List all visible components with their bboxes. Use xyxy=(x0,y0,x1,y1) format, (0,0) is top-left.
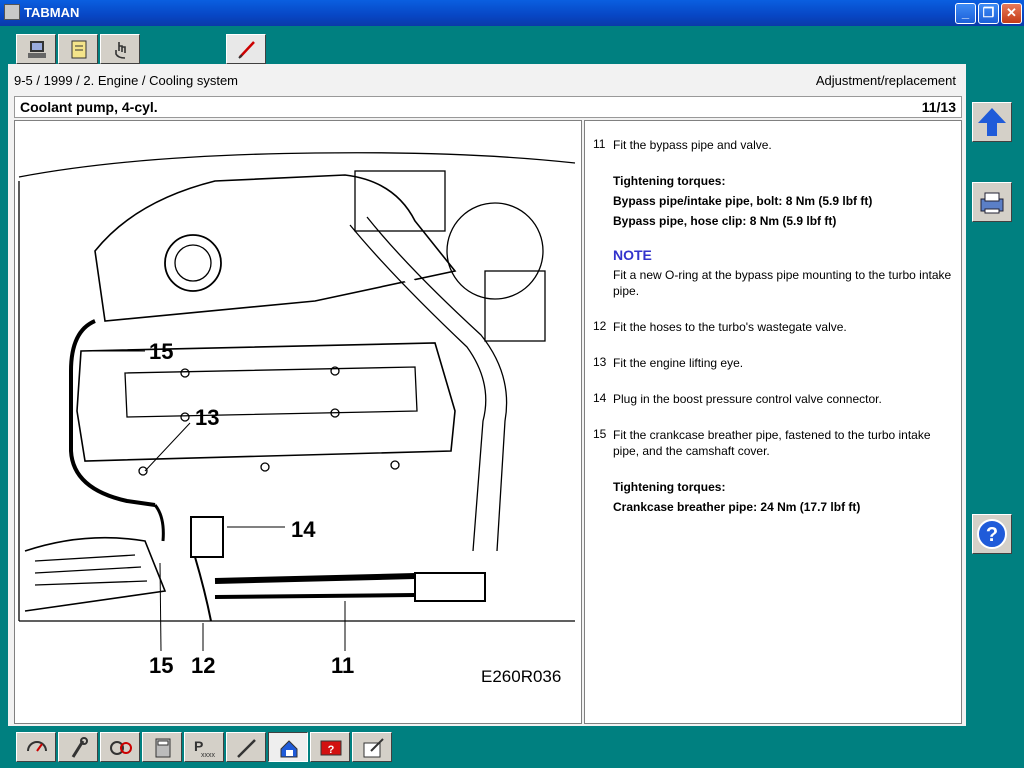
svg-text:?: ? xyxy=(986,524,998,546)
calculator-button[interactable] xyxy=(142,732,182,762)
step-number: 14 xyxy=(593,391,607,405)
pencil-icon xyxy=(237,739,256,758)
workshop-button[interactable] xyxy=(58,732,98,762)
tab-pointer[interactable] xyxy=(100,34,140,64)
app-icon xyxy=(4,4,20,20)
instructions-pane: 11 Fit the bypass pipe and valve. Tighte… xyxy=(584,120,962,768)
minimize-button[interactable]: _ xyxy=(955,3,976,24)
svg-text:xxxx: xxxx xyxy=(201,752,216,759)
notes-button[interactable] xyxy=(352,732,392,762)
callout-13: 13 xyxy=(195,405,220,430)
edit-button[interactable] xyxy=(226,732,266,762)
vehicle-info-button[interactable] xyxy=(268,732,308,762)
callout-12: 12 xyxy=(191,653,216,678)
computer-icon xyxy=(28,41,46,58)
callout-11: 11 xyxy=(331,653,355,678)
parts-icon: P xxxx xyxy=(194,738,216,759)
page-counter: 11/13 xyxy=(921,99,956,115)
gauge-icon xyxy=(27,741,47,752)
wrench-icon xyxy=(71,737,88,758)
step-text: Plug in the boost pressure control valve… xyxy=(613,392,882,406)
step-number: 13 xyxy=(593,355,607,369)
print-icon xyxy=(980,192,1004,214)
torque-heading: Tightening torques: xyxy=(613,480,726,494)
window-title: TABMAN xyxy=(24,5,80,20)
svg-text:?: ? xyxy=(328,744,335,756)
step-number: 11 xyxy=(593,137,606,151)
notes-icon xyxy=(363,738,384,758)
note-text: Fit a new O-ring at the bypass pipe moun… xyxy=(613,268,952,298)
document-icon xyxy=(71,40,87,59)
breadcrumb: 9-5 / 1999 / 2. Engine / Cooling system xyxy=(14,73,239,88)
engine-diagram xyxy=(18,152,576,652)
diagnostics-icon xyxy=(110,741,132,755)
tab-edit[interactable] xyxy=(226,34,266,64)
callout-15-top: 15 xyxy=(149,339,174,364)
tab-document[interactable] xyxy=(58,34,98,64)
section-label: Adjustment/replacement xyxy=(815,73,956,88)
up-level-button[interactable] xyxy=(972,102,1012,142)
vehicle-icon xyxy=(280,740,298,758)
print-button[interactable] xyxy=(972,182,1012,222)
page-title: Coolant pump, 4-cyl. xyxy=(20,99,158,115)
calculator-icon xyxy=(155,738,171,758)
edit-pen-icon xyxy=(238,41,255,59)
step-number: 12 xyxy=(593,319,607,333)
help-icon: ? xyxy=(977,519,1007,549)
note-heading: NOTE xyxy=(613,247,652,263)
fault-codes-button[interactable]: ? xyxy=(310,732,350,762)
up-arrow-icon xyxy=(978,108,1006,136)
step-number: 15 xyxy=(593,427,607,441)
bottom-toolbar: P xxxx ? xyxy=(0,728,1024,768)
step-text: Fit the crankcase breather pipe, fastene… xyxy=(613,428,931,458)
procedure-header: Coolant pump, 4-cyl. 11/13 xyxy=(14,96,962,118)
torque-heading: Tightening torques: xyxy=(613,174,726,188)
hand-pointer-icon xyxy=(115,42,126,59)
measurement-button[interactable] xyxy=(16,732,56,762)
torque-line: Crankcase breather pipe: 24 Nm (17.7 lbf… xyxy=(613,500,861,514)
tab-computer[interactable] xyxy=(16,34,56,64)
fault-icon: ? xyxy=(320,740,342,756)
step-text: Fit the hoses to the turbo's wastegate v… xyxy=(613,320,847,334)
step-text: Fit the bypass pipe and valve. xyxy=(613,138,772,152)
restore-button[interactable]: ❐ xyxy=(978,3,999,24)
main-panel: 9-5 / 1999 / 2. Engine / Cooling system … xyxy=(8,64,966,768)
figure-code: E260R036 xyxy=(481,667,562,686)
callout-14: 14 xyxy=(291,517,316,542)
illustration-pane: 15 13 14 15 12 11 E260R036 xyxy=(14,120,582,768)
title-bar: TABMAN _ ❐ ✕ xyxy=(0,0,1024,26)
parts-button[interactable]: P xxxx xyxy=(184,732,224,762)
step-text: Fit the engine lifting eye. xyxy=(613,356,744,370)
close-button[interactable]: ✕ xyxy=(1001,3,1022,24)
callout-15-bottom: 15 xyxy=(149,653,174,678)
torque-line: Bypass pipe/intake pipe, bolt: 8 Nm (5.9… xyxy=(613,194,873,208)
diagnostics-button[interactable] xyxy=(100,732,140,762)
torque-line: Bypass pipe, hose clip: 8 Nm (5.9 lbf ft… xyxy=(613,214,837,228)
help-button[interactable]: ? xyxy=(972,514,1012,554)
